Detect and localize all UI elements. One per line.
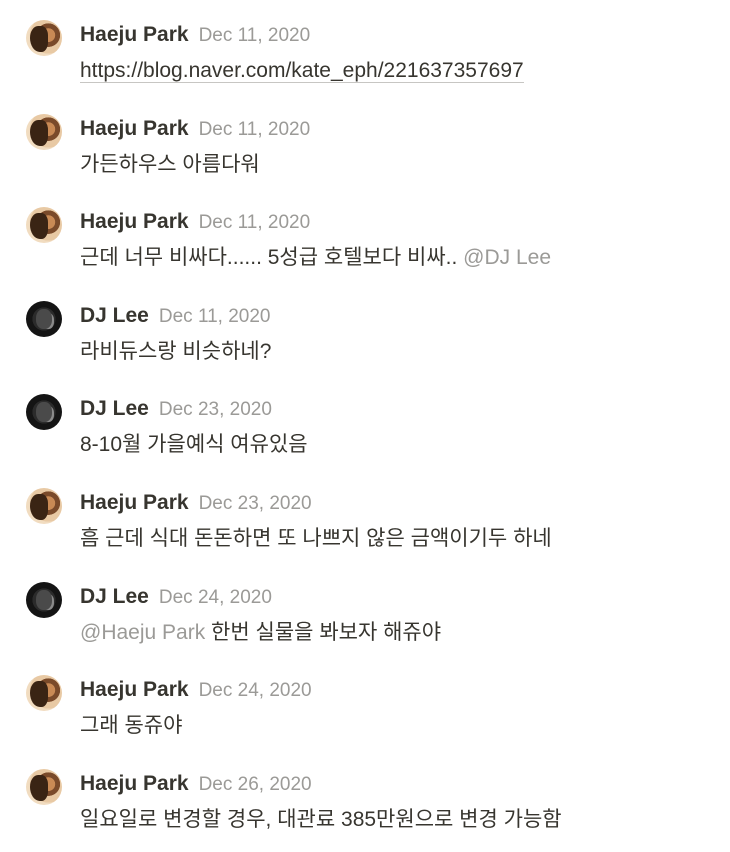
comment-header: Haeju Park Dec 11, 2020 [80, 114, 310, 144]
comment-item: Haeju Park Dec 11, 2020 가든하우스 아름다워 [0, 114, 730, 194]
comment-item: Haeju Park Dec 26, 2020 일요일로 변경할 경우, 대관료 … [0, 769, 730, 849]
comment-body: 8-10월 가을예식 여유있음 [80, 430, 308, 460]
avatar-hair [36, 309, 52, 329]
comment-item: Haeju Park Dec 24, 2020 그래 동쥬야 [0, 675, 730, 755]
comment-body: 흠 근데 식대 돈돈하면 또 나쁘지 않은 금액이기두 하네 [80, 524, 552, 554]
comment-text: 흠 근데 식대 돈돈하면 또 나쁘지 않은 금액이기두 하네 [80, 527, 552, 550]
comment-header: Haeju Park Dec 23, 2020 [80, 488, 312, 518]
comment-author[interactable]: DJ Lee [80, 397, 149, 420]
comment-body: @Haeju Park 한번 실물을 봐보자 해쥬야 [80, 618, 441, 648]
comment-text: 가든하우스 아름다워 [80, 153, 260, 176]
avatar-hair [30, 213, 48, 239]
comment-item: Haeju Park Dec 11, 2020 https://blog.nave… [0, 20, 730, 100]
comment-text: 그래 동쥬야 [80, 714, 183, 737]
avatar-hair [36, 590, 52, 610]
avatar[interactable] [26, 488, 62, 524]
comment-author[interactable]: Haeju Park [80, 491, 189, 514]
comment-header: DJ Lee Dec 24, 2020 [80, 582, 272, 612]
comment-author[interactable]: DJ Lee [80, 585, 149, 608]
avatar[interactable] [26, 769, 62, 805]
comment-body: 라비듀스랑 비슷하네? [80, 337, 271, 367]
comment-header: DJ Lee Dec 23, 2020 [80, 394, 272, 424]
comment-text: 8-10월 가을예식 여유있음 [80, 433, 308, 456]
avatar[interactable] [26, 114, 62, 150]
comment-item: DJ Lee Dec 23, 2020 8-10월 가을예식 여유있음 [0, 394, 730, 474]
avatar[interactable] [26, 20, 62, 56]
comment-header: Haeju Park Dec 24, 2020 [80, 675, 312, 705]
comment-date[interactable]: Dec 11, 2020 [199, 212, 311, 233]
comment-item: DJ Lee Dec 24, 2020 @Haeju Park 한번 실물을 봐보… [0, 582, 730, 662]
avatar-hair [30, 775, 48, 801]
comment-author[interactable]: Haeju Park [80, 210, 189, 233]
comment-text: 일요일로 변경할 경우, 대관료 385만원으로 변경 가능함 [80, 808, 562, 831]
avatar[interactable] [26, 675, 62, 711]
comment-author[interactable]: Haeju Park [80, 23, 189, 46]
comment-item: DJ Lee Dec 11, 2020 라비듀스랑 비슷하네? [0, 301, 730, 381]
comment-author[interactable]: DJ Lee [80, 304, 149, 327]
comment-date[interactable]: Dec 11, 2020 [159, 306, 271, 327]
comment-text: 근데 너무 비싸다...... 5성급 호텔보다 비싸.. [80, 246, 458, 269]
comment-item: Haeju Park Dec 11, 2020 근데 너무 비싸다...... 5… [0, 207, 730, 287]
comment-date[interactable]: Dec 23, 2020 [199, 493, 312, 514]
comment-body: 가든하우스 아름다워 [80, 150, 260, 180]
avatar-hair [30, 494, 48, 520]
comment-author[interactable]: Haeju Park [80, 772, 189, 795]
user-mention[interactable]: @DJ Lee [463, 246, 551, 269]
comment-header: Haeju Park Dec 11, 2020 [80, 207, 310, 237]
avatar[interactable] [26, 207, 62, 243]
comment-header: Haeju Park Dec 26, 2020 [80, 769, 312, 799]
user-mention[interactable]: @Haeju Park [80, 621, 205, 644]
comment-header: Haeju Park Dec 11, 2020 [80, 20, 310, 50]
comment-text: 한번 실물을 봐보자 해쥬야 [211, 621, 442, 644]
avatar-hair [36, 402, 52, 422]
comment-text: 라비듀스랑 비슷하네? [80, 340, 272, 363]
comment-body: https://blog.naver.com/kate_eph/22163735… [80, 56, 524, 86]
comment-body: 일요일로 변경할 경우, 대관료 385만원으로 변경 가능함 [80, 805, 562, 835]
avatar-hair [30, 26, 48, 52]
comment-author[interactable]: Haeju Park [80, 117, 189, 140]
comment-body: 그래 동쥬야 [80, 711, 182, 741]
avatar-hair [30, 681, 48, 707]
comment-date[interactable]: Dec 11, 2020 [199, 119, 311, 140]
avatar[interactable] [26, 301, 62, 337]
comment-date[interactable]: Dec 11, 2020 [199, 25, 311, 46]
avatar[interactable] [26, 582, 62, 618]
comment-date[interactable]: Dec 26, 2020 [199, 774, 312, 795]
comment-link[interactable]: https://blog.naver.com/kate_eph/22163735… [80, 59, 524, 83]
comment-author[interactable]: Haeju Park [80, 678, 189, 701]
comment-item: Haeju Park Dec 23, 2020 흠 근데 식대 돈돈하면 또 나쁘… [0, 488, 730, 568]
avatar[interactable] [26, 394, 62, 430]
avatar-hair [30, 120, 48, 146]
comment-header: DJ Lee Dec 11, 2020 [80, 301, 271, 331]
comment-date[interactable]: Dec 24, 2020 [199, 680, 312, 701]
comment-body: 근데 너무 비싸다...... 5성급 호텔보다 비싸.. @DJ Lee [80, 243, 551, 273]
comment-date[interactable]: Dec 24, 2020 [159, 587, 272, 608]
comment-date[interactable]: Dec 23, 2020 [159, 399, 272, 420]
